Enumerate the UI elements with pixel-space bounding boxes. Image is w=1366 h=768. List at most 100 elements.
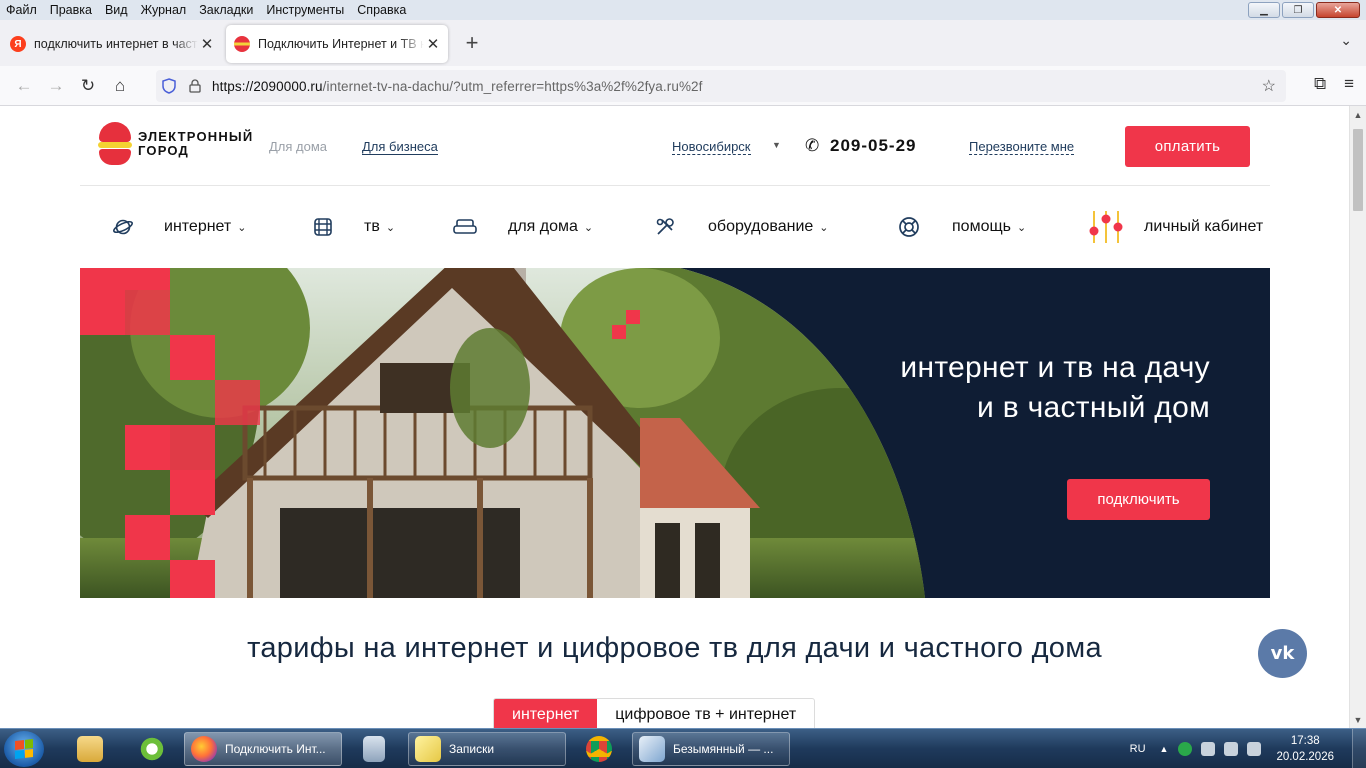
phone-number[interactable]: 209-05-29 — [830, 136, 917, 156]
close-window-button[interactable]: ✕ — [1316, 2, 1360, 18]
tab-internet[interactable]: интернет — [494, 699, 598, 728]
taskbar-calculator[interactable] — [346, 732, 402, 766]
minimize-button[interactable]: ▁ — [1248, 2, 1280, 18]
tab-active[interactable]: Подключить Интернет и ТВ на ✕ — [226, 25, 448, 63]
tab-yandex[interactable]: Я подключить интернет в частн ✕ — [2, 25, 222, 63]
close-tab-icon[interactable]: ✕ — [198, 35, 216, 53]
clock[interactable]: 17:38 20.02.2026 — [1276, 733, 1334, 765]
menu-history[interactable]: Журнал — [135, 3, 194, 17]
sofa-icon — [452, 214, 478, 240]
nav-help[interactable]: помощь ⌄ — [896, 202, 1026, 252]
tab-title: Подключить Интернет и ТВ на — [258, 37, 424, 51]
nav-label: тв — [364, 218, 380, 235]
taskbar-label: Записки — [449, 742, 495, 756]
menu-tools[interactable]: Инструменты — [260, 3, 351, 17]
taskbar-firefox[interactable]: Подключить Инт... — [184, 732, 342, 766]
chevron-down-icon: ⌄ — [237, 221, 247, 234]
back-button[interactable]: ← — [8, 70, 40, 102]
app-icon — [139, 736, 165, 762]
nav-internet[interactable]: интернет ⌄ — [110, 202, 246, 252]
page-scrollbar[interactable]: ▲ ▼ — [1349, 106, 1366, 728]
nav-label: оборудование — [708, 218, 814, 235]
web-page: ЭЛЕКТРОННЫЙ ГОРОД Для дома Для бизнеса Н… — [0, 106, 1349, 728]
nav-equipment[interactable]: оборудование ⌄ — [652, 202, 829, 252]
taskbar-app[interactable] — [124, 732, 180, 766]
taskbar-label: Подключить Инт... — [225, 742, 326, 756]
nav-label: интернет — [164, 218, 232, 235]
hamburger-menu-icon[interactable]: ≡ — [1344, 74, 1354, 94]
forward-button[interactable]: → — [40, 70, 72, 102]
scroll-thumb[interactable] — [1353, 129, 1363, 211]
home-button[interactable]: ⌂ — [104, 70, 136, 102]
menu-bar: Файл Правка Вид Журнал Закладки Инструме… — [0, 0, 1366, 20]
connect-button[interactable]: подключить — [1067, 479, 1210, 520]
shield-icon[interactable] — [156, 78, 182, 94]
taskbar-explorer[interactable] — [62, 732, 118, 766]
kaspersky-icon[interactable] — [1178, 742, 1193, 756]
window-controls: ▁ ❐ ✕ — [1248, 2, 1360, 18]
taskbar-label: Безымянный — ... — [673, 742, 774, 756]
explorer-icon — [77, 736, 103, 762]
new-tab-button[interactable]: + — [460, 30, 484, 56]
chevron-down-icon: ⌄ — [1016, 221, 1027, 234]
system-tray: RU ▲ 17:38 20.02.2026 — [1130, 729, 1366, 768]
tools-icon — [652, 214, 678, 240]
nav-label: личный кабинет — [1144, 218, 1264, 235]
menu-bookmarks[interactable]: Закладки — [193, 3, 260, 17]
tariff-tabs: интернет цифровое тв + интернет — [493, 698, 816, 728]
link-for-home[interactable]: Для дома — [269, 139, 327, 154]
volume-icon[interactable] — [1224, 742, 1239, 756]
clock-date: 20.02.2026 — [1276, 751, 1334, 763]
taskbar-paint[interactable]: Безымянный — ... — [632, 732, 790, 766]
url-text: https://2090000.ru/internet-tv-na-dachu/… — [212, 78, 703, 94]
taskbar-notes[interactable]: Записки — [408, 732, 566, 766]
windows-logo-icon — [15, 739, 33, 759]
hero-banner: интернет и тв на дачу и в частный дом по… — [80, 268, 1270, 598]
pay-button[interactable]: оплатить — [1125, 126, 1250, 167]
nav-tv[interactable]: тв ⌄ — [310, 202, 395, 252]
network-icon[interactable] — [1247, 742, 1262, 756]
nav-label: для дома — [508, 218, 578, 235]
menu-file[interactable]: Файл — [0, 3, 44, 17]
language-indicator[interactable]: RU — [1130, 743, 1146, 755]
menu-help[interactable]: Справка — [351, 3, 413, 17]
menu-view[interactable]: Вид — [99, 3, 135, 17]
reload-button[interactable]: ↻ — [72, 70, 104, 102]
menu-edit[interactable]: Правка — [44, 3, 99, 17]
elektronny-gorod-icon — [234, 36, 250, 52]
caret-down-icon[interactable]: ▼ — [772, 140, 781, 150]
lock-icon[interactable] — [182, 79, 208, 93]
site-header: ЭЛЕКТРОННЫЙ ГОРОД Для дома Для бизнеса Н… — [80, 106, 1270, 186]
site-logo[interactable]: ЭЛЕКТРОННЫЙ ГОРОД — [98, 122, 256, 166]
tab-tv-internet[interactable]: цифровое тв + интернет — [597, 699, 814, 728]
vk-icon[interactable]: vk — [1258, 629, 1307, 678]
close-tab-icon[interactable]: ✕ — [424, 35, 442, 53]
url-bar[interactable]: https://2090000.ru/internet-tv-na-dachu/… — [156, 70, 1286, 102]
restore-button[interactable]: ❐ — [1282, 2, 1314, 18]
yandex-icon: Я — [10, 36, 26, 52]
nav-home[interactable]: для дома ⌄ — [452, 202, 593, 252]
logo-mark — [98, 122, 132, 166]
scroll-up-icon[interactable]: ▲ — [1350, 106, 1366, 123]
nav-label: помощь — [952, 218, 1011, 235]
city-selector[interactable]: Новосибирск — [672, 139, 751, 155]
callback-link[interactable]: Перезвоните мне — [969, 139, 1075, 155]
nav-personal-account[interactable]: личный кабинет — [1086, 202, 1263, 252]
chevron-down-icon: ⌄ — [583, 221, 594, 234]
hero-heading-line2: и в частный дом — [977, 391, 1210, 424]
scroll-down-icon[interactable]: ▼ — [1350, 711, 1366, 728]
chevron-down-icon[interactable]: ⌄ — [1340, 32, 1352, 49]
calculator-icon — [363, 736, 385, 762]
planet-icon — [110, 214, 136, 240]
link-for-business[interactable]: Для бизнеса — [362, 139, 438, 155]
extensions-icon[interactable]: ⧉ — [1314, 74, 1326, 94]
start-button[interactable] — [4, 731, 44, 767]
toolbar-right: ⧉ ≡ — [1314, 74, 1354, 94]
device-icon[interactable] — [1201, 742, 1216, 756]
tray-expand-icon[interactable]: ▲ — [1160, 744, 1169, 754]
taskbar-chrome[interactable] — [571, 732, 627, 766]
show-desktop-button[interactable] — [1352, 729, 1366, 768]
bookmark-star-icon[interactable]: ☆ — [1262, 76, 1276, 96]
navigation-toolbar: ← → ↻ ⌂ https://2090000.ru/internet-tv-n… — [0, 66, 1366, 106]
lifebuoy-icon — [896, 214, 922, 240]
